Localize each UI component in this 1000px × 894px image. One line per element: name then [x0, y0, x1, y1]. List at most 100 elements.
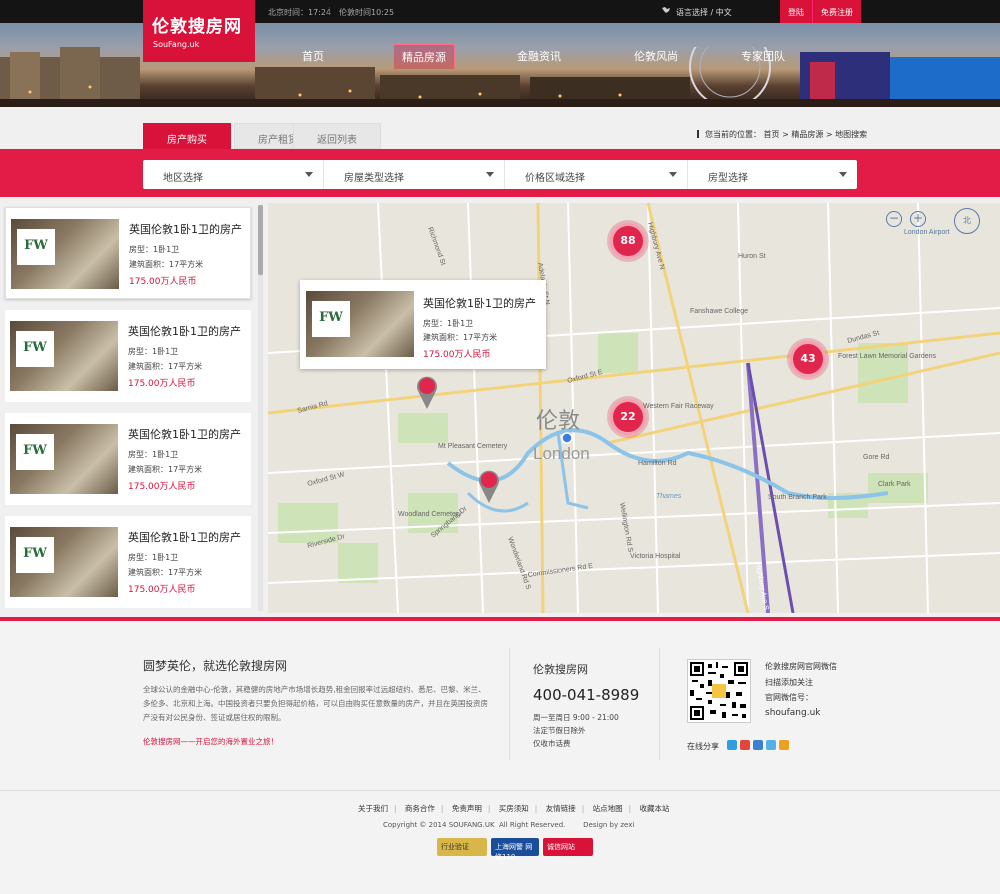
link-disclaimer[interactable]: 免责声明	[452, 804, 482, 813]
map-cluster-marker[interactable]: 43	[790, 341, 826, 377]
map-label: Oxford St W	[307, 471, 346, 488]
map-label: South Branch Park	[768, 494, 827, 501]
popup-room-type: 房型：1卧1卫	[423, 319, 474, 328]
room-type-select[interactable]: 房型选择	[688, 160, 857, 189]
map-controls: − + 北	[884, 207, 994, 237]
map-view[interactable]: Richmond St Adelaide St N Highbury Ave N…	[268, 203, 1000, 613]
listing-title[interactable]: 英国伦敦1卧1卫的房产	[128, 529, 241, 545]
compass-icon[interactable]: 北	[954, 208, 980, 234]
map-cluster-marker[interactable]: 22	[610, 399, 646, 435]
listing-card[interactable]: FW 英国伦敦1卧1卫的房产 房型：1卧1卫 建筑面积：17平方米 175.00…	[5, 516, 251, 608]
scrollbar-thumb[interactable]	[258, 205, 263, 275]
beijing-time: 北京时间：17:24	[268, 8, 332, 17]
price-range-select[interactable]: 价格区域选择	[505, 160, 688, 189]
wechat-info: 伦敦搜房网官网微信 扫描添加关注 官网微信号： shoufang.uk	[765, 659, 837, 721]
nav-fashion[interactable]: 伦敦风尚	[634, 48, 678, 64]
filter-bar: 地区选择 房屋类型选择 价格区域选择 房型选择	[143, 160, 857, 189]
hours-line: 法定节假日除外	[533, 726, 586, 735]
breadcrumb: 您当前的位置： 首页 > 精品房源 > 地图搜索	[697, 129, 867, 140]
map-city-label-cn: 伦敦	[536, 409, 580, 434]
property-type-label: 房屋类型选择	[344, 173, 404, 184]
map-label: Thames	[656, 493, 682, 500]
link-bookmark[interactable]: 收藏本站	[640, 804, 670, 813]
link-about[interactable]: 关于我们	[358, 804, 388, 813]
listing-price: 175.00万人民币	[128, 379, 196, 389]
trust-badge[interactable]: 诚信网站	[543, 838, 593, 856]
listing-list: FW 英国伦敦1卧1卫的房产 房型：1卧1卫 建筑面积：17平方米 175.00…	[0, 203, 268, 613]
logo-title: 伦敦搜房网	[152, 17, 242, 37]
footer-brand: 伦敦搜房网	[533, 663, 588, 676]
listing-price: 175.00万人民币	[128, 482, 196, 492]
footer-description: 全球公认的金融中心-伦敦，其稳健的房地产市场增长趋势,租金回报率过远超纽约、悉尼…	[143, 685, 488, 722]
logo-subtitle: SouFang.uk	[153, 40, 200, 49]
weibo-share-icon[interactable]	[740, 740, 750, 750]
nav-experts[interactable]: 专家团队	[741, 48, 785, 64]
region-select[interactable]: 地区选择	[143, 160, 324, 189]
footer-hours: 周一至周日 9:00 - 21:00 法定节假日除外 仅收市话费	[533, 711, 619, 750]
listing-room-type: 房型：1卧1卫	[128, 450, 179, 459]
renren-share-icon[interactable]	[753, 740, 763, 750]
verification-badge[interactable]: 行业验证	[437, 838, 487, 856]
listing-price: 175.00万人民币	[128, 585, 196, 595]
map-label: Sarnia Rd	[297, 400, 329, 415]
brand-logo: FW	[16, 537, 54, 573]
login-button[interactable]: 登陆	[780, 0, 812, 23]
map-label: Wonderland Rd S	[506, 536, 532, 591]
popup-title[interactable]: 英国伦敦1卧1卫的房产	[423, 295, 536, 311]
site-logo[interactable]: 伦敦搜房网 SouFang.uk	[143, 0, 255, 62]
region-select-label: 地区选择	[163, 173, 203, 184]
chevron-down-icon	[486, 172, 494, 177]
link-buyer-guide[interactable]: 买房须知	[499, 804, 529, 813]
map-pin-icon[interactable]	[416, 375, 438, 409]
map-label: Victoria Hospital	[630, 553, 681, 560]
link-business[interactable]: 商务合作	[405, 804, 435, 813]
tencent-share-icon[interactable]	[766, 740, 776, 750]
listing-area: 建筑面积：17平方米	[128, 568, 203, 577]
link-friends[interactable]: 友情链接	[546, 804, 576, 813]
listing-card[interactable]: FW 英国伦敦1卧1卫的房产 房型：1卧1卫 建筑面积：17平方米 175.00…	[5, 207, 251, 299]
listing-photo: FW	[10, 527, 118, 597]
listing-card[interactable]: FW 英国伦敦1卧1卫的房产 房型：1卧1卫 建筑面积：17平方米 175.00…	[5, 310, 251, 402]
nav-finance[interactable]: 金融资讯	[517, 48, 561, 64]
map-pin-icon[interactable]	[478, 469, 500, 503]
listing-area: 建筑面积：17平方米	[128, 465, 203, 474]
tab-buy[interactable]: 房产购买	[143, 123, 231, 149]
copyright: Copyright © 2014 SOUFANG.UK All Right Re…	[383, 821, 635, 829]
brand-logo: FW	[17, 229, 55, 265]
footer-slogan[interactable]: 伦敦搜房网——开启您的海外置业之旅！	[143, 736, 278, 747]
hours-line: 仅收市话费	[533, 739, 571, 748]
zoom-out-icon[interactable]: −	[886, 211, 902, 227]
map-cluster-marker[interactable]: 88	[610, 223, 646, 259]
price-range-label: 价格区域选择	[525, 173, 585, 184]
chevron-down-icon	[839, 172, 847, 177]
map-label: Commissioners Rd E	[527, 563, 593, 579]
more-share-icon[interactable]	[779, 740, 789, 750]
list-scrollbar[interactable]	[258, 205, 263, 611]
chevron-down-icon	[305, 172, 313, 177]
listing-photo: FW	[10, 424, 118, 494]
listing-title[interactable]: 英国伦敦1卧1卫的房产	[128, 426, 241, 442]
property-type-select[interactable]: 房屋类型选择	[324, 160, 505, 189]
brand-logo: FW	[16, 434, 54, 470]
police-badge[interactable]: 上海网警 网络110	[491, 838, 539, 861]
zoom-in-icon[interactable]: +	[910, 211, 926, 227]
map-label: Western Fair Raceway	[643, 403, 714, 410]
footer-separator	[509, 648, 510, 760]
nav-featured[interactable]: 精品房源	[393, 44, 455, 70]
current-location-icon	[561, 432, 573, 444]
nav-home[interactable]: 首页	[302, 48, 324, 64]
tab-back[interactable]: 返回列表	[293, 123, 381, 149]
listing-title[interactable]: 英国伦敦1卧1卫的房产	[128, 323, 241, 339]
listing-card[interactable]: FW 英国伦敦1卧1卫的房产 房型：1卧1卫 建筑面积：17平方米 175.00…	[5, 413, 251, 505]
listing-room-type: 房型：1卧1卫	[128, 553, 179, 562]
map-label: Huron St	[738, 253, 766, 260]
popup-price: 175.00万人民币	[423, 350, 491, 360]
map-popup[interactable]: FW 英国伦敦1卧1卫的房产 房型：1卧1卫 建筑面积：17平方米 175.00…	[300, 280, 546, 369]
wechat-line: 伦敦搜房网官网微信	[765, 662, 837, 671]
register-button[interactable]: 免费注册	[812, 0, 861, 23]
footer-links: 关于我们 | 商务合作 | 免责声明 | 买房须知 | 友情链接 | 站点地图 | 收藏本站	[358, 804, 670, 813]
link-sitemap[interactable]: 站点地图	[593, 804, 623, 813]
listing-title[interactable]: 英国伦敦1卧1卫的房产	[129, 221, 242, 237]
qzone-share-icon[interactable]	[727, 740, 737, 750]
language-select[interactable]: 语言选择 / 中文	[676, 7, 732, 18]
